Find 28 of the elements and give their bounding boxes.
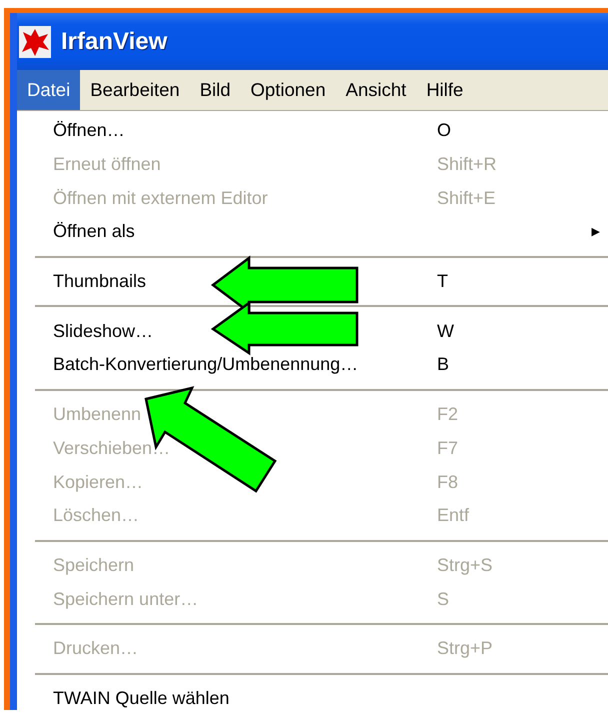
shortcut: Strg+P [437,638,493,660]
menu-bar-item[interactable]: Ansicht [336,70,416,110]
menu-bar-item[interactable]: Bearbeiten [80,70,190,110]
menu-item[interactable]: Thumbnails [53,271,437,292]
shortcut: T [437,271,448,292]
submenu-arrow: ▶ [592,225,600,238]
shortcut: W [437,320,454,342]
menu-bar-item[interactable]: Hilfe [416,70,474,110]
shortcut: F8 [437,472,458,493]
shortcut: Shift+R [437,154,497,176]
app-icon [19,26,51,58]
menu-item[interactable]: Slideshow… [53,320,437,342]
shortcut: B [437,354,450,376]
menu-item[interactable]: Öffnen als [53,221,437,242]
shortcut: Entf [437,505,470,526]
shortcut: F2 [437,404,458,426]
menu-item[interactable]: Batch-Konvertierung/Umbenennung… [53,354,437,376]
shortcut: O [437,120,452,142]
shortcut: Shift+E [437,188,496,209]
menu-bar-item[interactable]: Datei [17,70,80,110]
window-title: IrfanView [61,28,168,56]
menu-item[interactable]: TWAIN Quelle wählen [53,688,437,709]
menu-item[interactable]: Öffnen… [53,120,437,142]
menu-bar-item[interactable]: Optionen [240,70,336,110]
shortcut: S [437,588,450,610]
shortcut: F7 [437,438,458,459]
shortcut: Strg+S [437,554,493,576]
menu-bar-item[interactable]: Bild [190,70,241,110]
